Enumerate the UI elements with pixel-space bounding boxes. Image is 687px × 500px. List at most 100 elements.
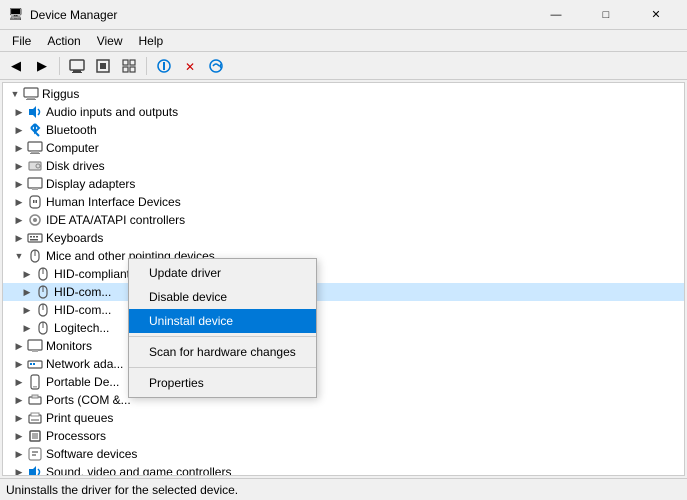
- menu-help[interactable]: Help: [131, 32, 172, 50]
- root-expand[interactable]: ▼: [7, 86, 23, 102]
- status-bar: Uninstalls the driver for the selected d…: [0, 478, 687, 500]
- device-tree[interactable]: ▼ Riggus ▶ Audio inputs and outputs▶Bluet…: [3, 83, 684, 475]
- tree-item-hid-com1[interactable]: ▶ HID-com...: [3, 283, 684, 301]
- expand-btn-network[interactable]: ▶: [11, 356, 27, 372]
- label-portable: Portable De...: [46, 373, 119, 391]
- ctx-scan-hardware[interactable]: Scan for hardware changes: [129, 340, 316, 364]
- expand-btn-print[interactable]: ▶: [11, 410, 27, 426]
- context-menu: Update driver Disable device Uninstall d…: [128, 258, 317, 398]
- expand-btn-computer[interactable]: ▶: [11, 140, 27, 156]
- expand-btn-disk[interactable]: ▶: [11, 158, 27, 174]
- label-hid-com2: HID-com...: [54, 301, 111, 319]
- expand-btn-hid-com2[interactable]: ▶: [19, 302, 35, 318]
- toolbar-separator-2: [146, 57, 147, 75]
- expand-btn-mice[interactable]: ▼: [11, 248, 27, 264]
- tree-item-hid[interactable]: ▶ Human Interface Devices: [3, 193, 684, 211]
- tree-item-network[interactable]: ▶ Network ada...: [3, 355, 684, 373]
- tree-item-disk[interactable]: ▶ Disk drives: [3, 157, 684, 175]
- menu-action[interactable]: Action: [39, 32, 88, 50]
- tree-item-ide[interactable]: ▶IDE ATA/ATAPI controllers: [3, 211, 684, 229]
- icon-network: [27, 356, 43, 372]
- expand-btn-ports[interactable]: ▶: [11, 392, 27, 408]
- ctx-update-driver[interactable]: Update driver: [129, 261, 316, 285]
- label-display: Display adapters: [46, 175, 135, 193]
- tree-item-mice[interactable]: ▼Mice and other pointing devices: [3, 247, 684, 265]
- computer-icon: [23, 86, 39, 102]
- expand-btn-processors[interactable]: ▶: [11, 428, 27, 444]
- menu-view[interactable]: View: [89, 32, 131, 50]
- label-audio: Audio inputs and outputs: [46, 103, 178, 121]
- tree-item-monitors[interactable]: ▶ Monitors: [3, 337, 684, 355]
- icon-mice: [27, 248, 43, 264]
- expand-btn-logitech[interactable]: ▶: [19, 320, 35, 336]
- ctx-uninstall-device[interactable]: Uninstall device: [129, 309, 316, 333]
- forward-button[interactable]: ▶: [30, 55, 54, 77]
- tree-item-ports[interactable]: ▶ Ports (COM &...: [3, 391, 684, 409]
- expand-btn-hid-com1[interactable]: ▶: [19, 284, 35, 300]
- expand-btn-display[interactable]: ▶: [11, 176, 27, 192]
- expand-btn-hid-mouse[interactable]: ▶: [19, 266, 35, 282]
- toolbar-btn-3[interactable]: [117, 55, 141, 77]
- label-monitors: Monitors: [46, 337, 92, 355]
- label-keyboards: Keyboards: [46, 229, 103, 247]
- expand-btn-monitors[interactable]: ▶: [11, 338, 27, 354]
- app-icon: 🖥: [8, 7, 24, 23]
- expand-btn-audio[interactable]: ▶: [11, 104, 27, 120]
- icon-hid: [27, 194, 43, 210]
- tree-item-hid-com2[interactable]: ▶ HID-com...: [3, 301, 684, 319]
- label-network: Network ada...: [46, 355, 123, 373]
- icon-bluetooth: [27, 122, 43, 138]
- toolbar-btn-2[interactable]: [91, 55, 115, 77]
- expand-btn-hid[interactable]: ▶: [11, 194, 27, 210]
- icon-hid-com2: [35, 302, 51, 318]
- expand-btn-ide[interactable]: ▶: [11, 212, 27, 228]
- expand-btn-portable[interactable]: ▶: [11, 374, 27, 390]
- ctx-properties[interactable]: Properties: [129, 371, 316, 395]
- minimize-button[interactable]: —: [533, 3, 579, 27]
- tree-item-logitech[interactable]: ▶ Logitech...: [3, 319, 684, 337]
- tree-item-bluetooth[interactable]: ▶Bluetooth: [3, 121, 684, 139]
- icon-keyboards: [27, 230, 43, 246]
- status-text: Uninstalls the driver for the selected d…: [6, 483, 238, 497]
- tree-item-software[interactable]: ▶Software devices: [3, 445, 684, 463]
- title-text: Device Manager: [30, 8, 533, 22]
- title-bar: 🖥 Device Manager — □ ✕: [0, 0, 687, 30]
- label-disk: Disk drives: [46, 157, 105, 175]
- label-hid-com1: HID-com...: [54, 283, 111, 301]
- tree-item-audio[interactable]: ▶ Audio inputs and outputs: [3, 103, 684, 121]
- tree-item-portable[interactable]: ▶ Portable De...: [3, 373, 684, 391]
- label-print: Print queues: [46, 409, 113, 427]
- menu-file[interactable]: File: [4, 32, 39, 50]
- properties-button[interactable]: [152, 55, 176, 77]
- label-computer: Computer: [46, 139, 99, 157]
- expand-btn-bluetooth[interactable]: ▶: [11, 122, 27, 138]
- tree-root[interactable]: ▼ Riggus: [3, 85, 684, 103]
- scan-button[interactable]: [204, 55, 228, 77]
- icon-display: [27, 176, 43, 192]
- back-button[interactable]: ◀: [4, 55, 28, 77]
- window-controls: — □ ✕: [533, 3, 679, 27]
- label-logitech: Logitech...: [54, 319, 109, 337]
- icon-ports: [27, 392, 43, 408]
- ctx-disable-device[interactable]: Disable device: [129, 285, 316, 309]
- ctx-separator-2: [129, 367, 316, 368]
- tree-item-sound[interactable]: ▶Sound, video and game controllers: [3, 463, 684, 475]
- label-ports: Ports (COM &...: [46, 391, 131, 409]
- expand-btn-sound[interactable]: ▶: [11, 464, 27, 475]
- device-manager-button[interactable]: [65, 55, 89, 77]
- tree-item-keyboards[interactable]: ▶ Keyboards: [3, 229, 684, 247]
- icon-ide: [27, 212, 43, 228]
- main-content-area: ▼ Riggus ▶ Audio inputs and outputs▶Bluet…: [2, 82, 685, 476]
- maximize-button[interactable]: □: [583, 3, 629, 27]
- close-button[interactable]: ✕: [633, 3, 679, 27]
- icon-computer: [27, 140, 43, 156]
- tree-item-hid-mouse[interactable]: ▶HID-compliant mouse: [3, 265, 684, 283]
- expand-btn-software[interactable]: ▶: [11, 446, 27, 462]
- tree-item-display[interactable]: ▶ Display adapters: [3, 175, 684, 193]
- expand-btn-keyboards[interactable]: ▶: [11, 230, 27, 246]
- tree-item-computer[interactable]: ▶ Computer: [3, 139, 684, 157]
- remove-button[interactable]: ✕: [178, 55, 202, 77]
- label-hid: Human Interface Devices: [46, 193, 181, 211]
- tree-item-print[interactable]: ▶ Print queues: [3, 409, 684, 427]
- tree-item-processors[interactable]: ▶Processors: [3, 427, 684, 445]
